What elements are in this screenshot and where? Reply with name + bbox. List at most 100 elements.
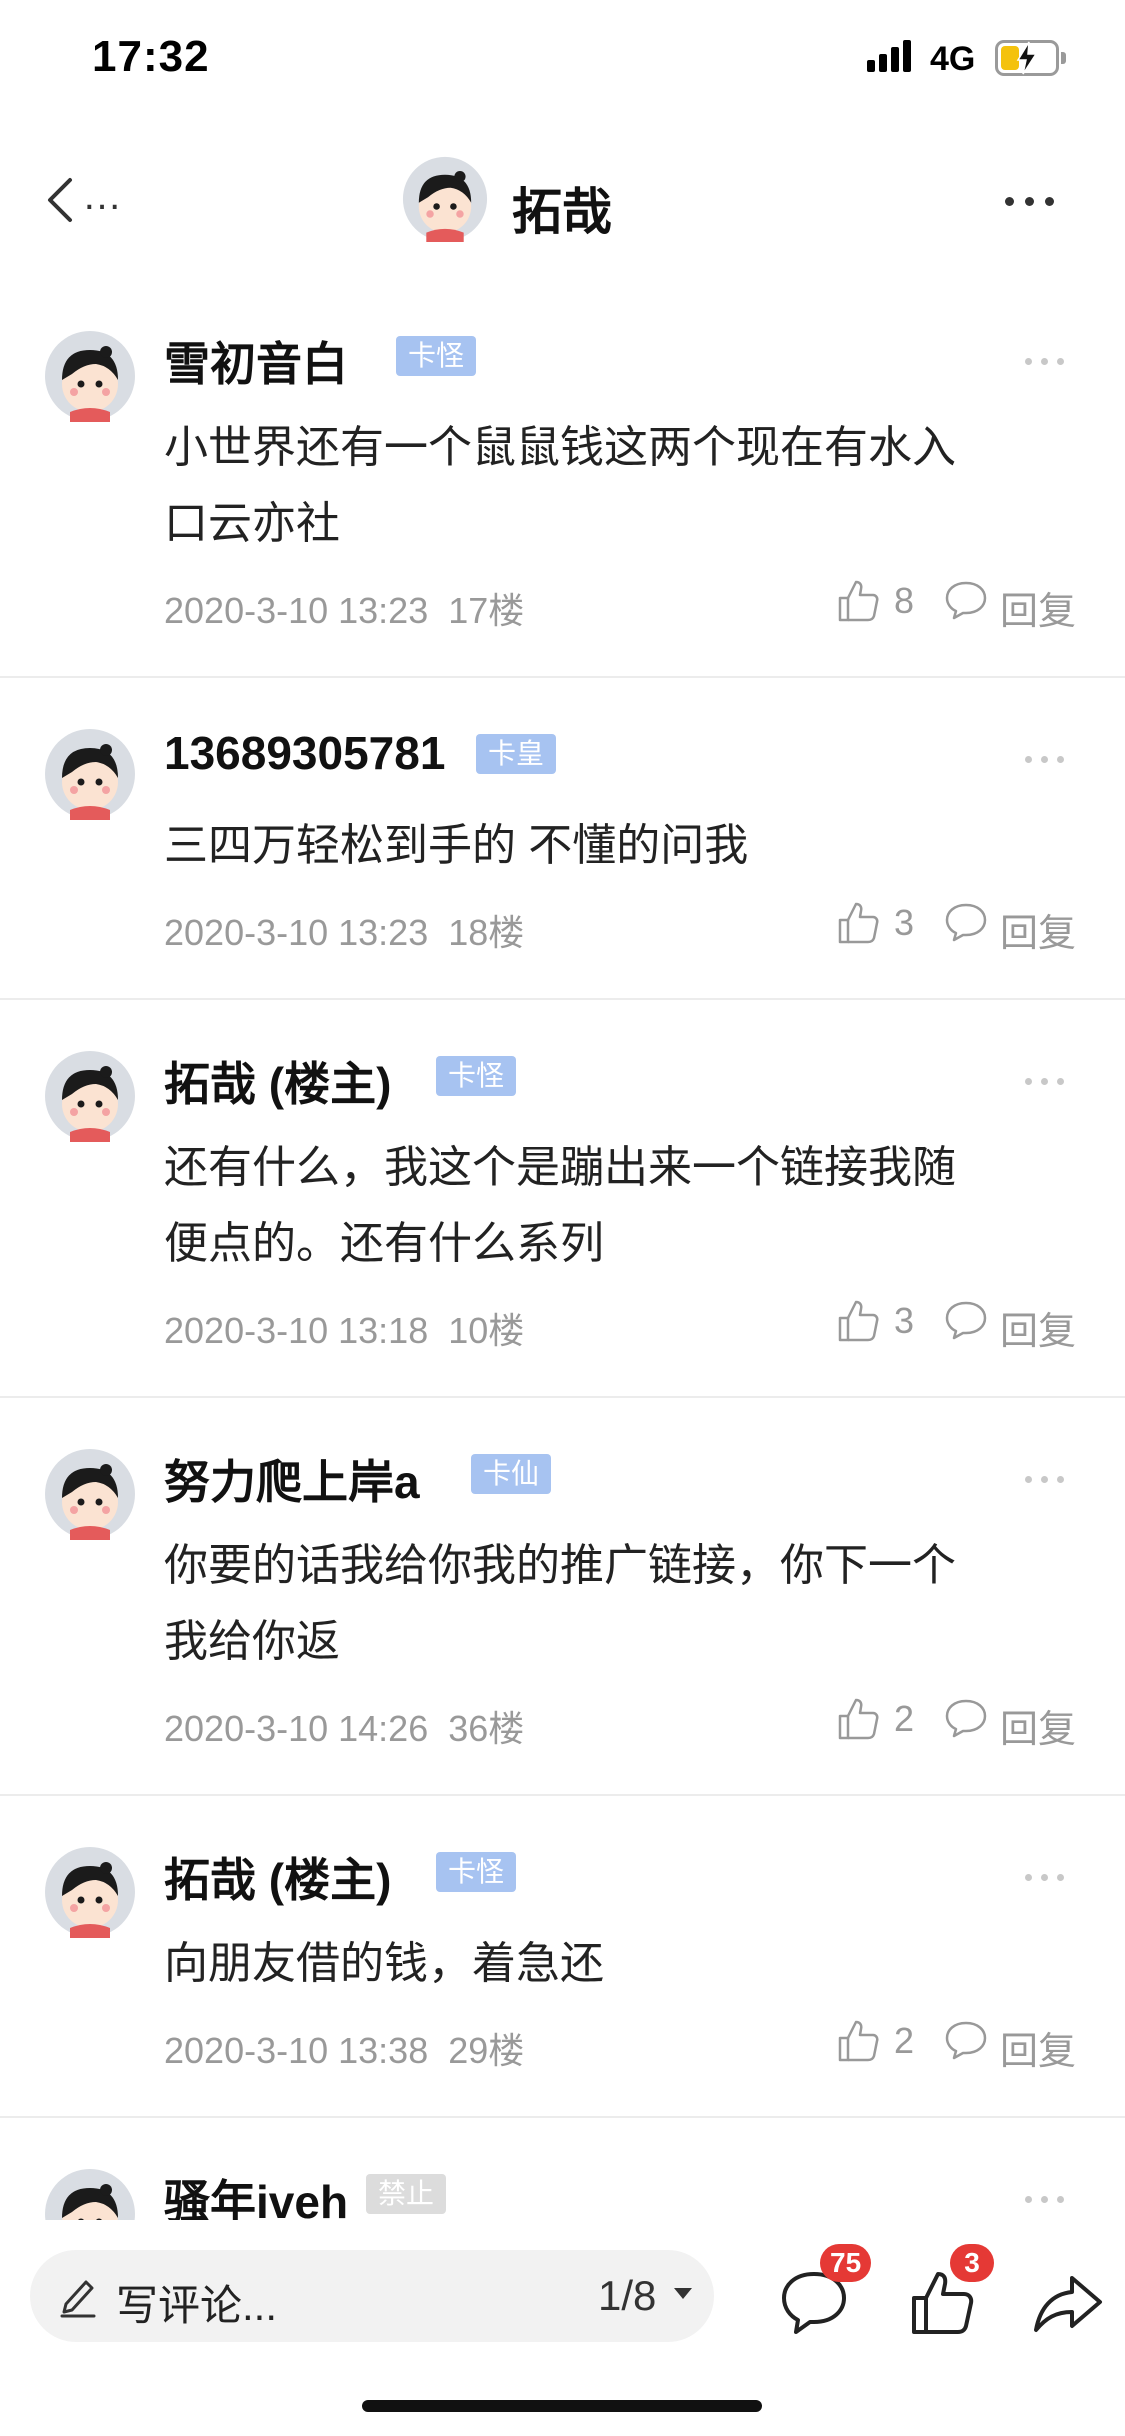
- comment-text: 向朋友借的钱，着急还: [164, 1926, 1064, 2002]
- comment-author[interactable]: 努力爬上岸a: [164, 1446, 420, 1512]
- status-time: 17:32: [92, 32, 210, 81]
- reply-label: 回复: [1000, 1709, 1077, 1751]
- comment-text: 小世界还有一个鼠鼠钱这两个现在有水入 口云亦社: [164, 410, 1064, 562]
- comment-author[interactable]: 骚年iveh: [164, 2166, 348, 2220]
- comment-text-line: 你要的话我给你我的推广链接，你下一个: [164, 1541, 956, 1590]
- comment-author[interactable]: 雪初音白: [164, 328, 348, 394]
- caret-down-icon[interactable]: [674, 2288, 692, 2299]
- like-count: 2: [894, 1698, 915, 1739]
- more-dots-icon[interactable]: [1025, 1868, 1069, 1888]
- comment-input[interactable]: 写评论... 1/8: [30, 2250, 714, 2342]
- comment-list[interactable]: 雪初音白 卡怪 小世界还有一个鼠鼠钱这两个现在有水入 口云亦社 2020-3-10 13…: [0, 280, 1125, 2220]
- comment-date: 2020-3-10 13:38: [164, 2030, 429, 2071]
- user-level-badge: 卡怪: [436, 1056, 517, 1096]
- user-level-badge: 卡仙: [471, 1454, 552, 1494]
- more-dots-icon[interactable]: [1025, 1470, 1069, 1490]
- comment-text-line: 三四万轻松到手的 不懂的问我: [164, 821, 749, 870]
- back-button[interactable]: …: [30, 160, 140, 240]
- comment-meta: 2020-3-10 13:23 18楼: [164, 904, 524, 956]
- like-count: 3: [894, 902, 915, 943]
- comment-item[interactable]: 拓哉 (楼主) 卡怪还有什么，我这个是蹦出来一个链接我随 便点的。还有什么系列 202…: [0, 1000, 1125, 1398]
- reply-button[interactable]: 回复: [944, 898, 1084, 955]
- like-count: 8: [894, 580, 915, 621]
- reply-button[interactable]: 回复: [944, 1296, 1084, 1353]
- comment-text: 你要的话我给你我的推广链接，你下一个 我给你返: [164, 1528, 1064, 1680]
- avatar[interactable]: [402, 156, 488, 242]
- comment-item[interactable]: 努力爬上岸a 卡仙你要的话我给你我的推广链接，你下一个 我给你返 2020-3-10 …: [0, 1398, 1125, 1796]
- comment-date: 2020-3-10 13:18: [164, 1310, 429, 1351]
- share-button[interactable]: [1030, 2264, 1106, 2340]
- comment-floor: 10楼: [448, 1310, 525, 1351]
- user-level-badge: 禁止: [366, 2174, 447, 2214]
- user-level-badge: 卡怪: [396, 336, 477, 376]
- status-bar: 17:32 4G: [0, 0, 1125, 120]
- comment-floor: 36楼: [448, 1708, 525, 1749]
- like-count: 2: [894, 2020, 915, 2061]
- avatar[interactable]: [44, 1050, 136, 1142]
- reply-label: 回复: [1000, 913, 1077, 955]
- user-level-badge: 卡怪: [436, 1852, 517, 1892]
- comment-author[interactable]: 拓哉 (楼主): [164, 1844, 391, 1910]
- page-indicator[interactable]: 1/8: [598, 2272, 656, 2320]
- like-button[interactable]: 3: [836, 898, 956, 948]
- pencil-icon: [60, 2280, 96, 2318]
- comment-author[interactable]: 13689305781: [164, 726, 445, 780]
- nav-bar: … 拓哉: [0, 130, 1125, 270]
- chevron-left-icon: [48, 178, 72, 222]
- avatar[interactable]: [44, 2168, 136, 2220]
- more-dots-icon[interactable]: [1025, 2190, 1069, 2210]
- reply-button[interactable]: 回复: [944, 1694, 1084, 1751]
- comment-text: 还有什么，我这个是蹦出来一个链接我随 便点的。还有什么系列: [164, 1130, 1064, 1282]
- reply-label: 回复: [1000, 1311, 1077, 1353]
- like-button[interactable]: 3: [836, 1296, 956, 1346]
- user-level-badge: 卡皇: [476, 734, 557, 774]
- reply-button[interactable]: 回复: [944, 576, 1084, 633]
- avatar[interactable]: [44, 1448, 136, 1540]
- comment-text-line: 我给你返: [164, 1617, 340, 1666]
- battery-icon: [995, 40, 1067, 76]
- back-ellipsis: …: [82, 174, 124, 218]
- like-count: 3: [894, 1300, 915, 1341]
- like-button[interactable]: 2: [836, 1694, 956, 1744]
- home-indicator: [362, 2400, 762, 2412]
- comment-item[interactable]: 13689305781 卡皇三四万轻松到手的 不懂的问我 2020-3-10 13:…: [0, 678, 1125, 1000]
- comments-button[interactable]: 75: [776, 2244, 872, 2340]
- comment-author[interactable]: 拓哉 (楼主): [164, 1048, 391, 1114]
- likes-count-badge: 3: [950, 2244, 994, 2282]
- network-type: 4G: [930, 40, 976, 78]
- comment-text-line: 向朋友借的钱，着急还: [164, 1939, 604, 1988]
- comment-floor: 17楼: [448, 590, 525, 631]
- likes-button[interactable]: 3: [904, 2244, 994, 2340]
- reply-label: 回复: [1000, 591, 1077, 633]
- comment-item[interactable]: 拓哉 (楼主) 卡怪向朋友借的钱，着急还 2020-3-10 13:38 29楼 2 回复: [0, 1796, 1125, 2118]
- more-options-button[interactable]: [1005, 170, 1065, 230]
- comment-meta: 2020-3-10 14:26 36楼: [164, 1700, 524, 1752]
- comment-meta: 2020-3-10 13:18 10楼: [164, 1302, 524, 1354]
- comment-item[interactable]: 骚年iveh 禁止: [0, 2118, 1125, 2220]
- reply-button[interactable]: 回复: [944, 2016, 1084, 2073]
- avatar[interactable]: [44, 728, 136, 820]
- comment-date: 2020-3-10 13:23: [164, 912, 429, 953]
- like-button[interactable]: 8: [836, 576, 956, 626]
- comment-floor: 29楼: [448, 2030, 525, 2071]
- charging-bolt-icon: [1016, 41, 1038, 75]
- comment-floor: 18楼: [448, 912, 525, 953]
- comment-text-line: 口云亦社: [164, 499, 340, 548]
- avatar[interactable]: [44, 330, 136, 422]
- reply-label: 回复: [1000, 2031, 1077, 2073]
- comment-placeholder: 写评论...: [116, 2282, 278, 2329]
- avatar[interactable]: [44, 1846, 136, 1938]
- comment-text: 三四万轻松到手的 不懂的问我: [164, 808, 1064, 884]
- comment-text-line: 小世界还有一个鼠鼠钱这两个现在有水入: [164, 423, 956, 472]
- comments-count-badge: 75: [820, 2244, 872, 2282]
- more-dots-icon[interactable]: [1025, 750, 1069, 770]
- comment-item[interactable]: 雪初音白 卡怪小世界还有一个鼠鼠钱这两个现在有水入 口云亦社 2020-3-10 13…: [0, 280, 1125, 678]
- like-button[interactable]: 2: [836, 2016, 956, 2066]
- more-dots-icon[interactable]: [1025, 1072, 1069, 1092]
- signal-icon: [867, 40, 915, 72]
- comment-text-line: 便点的。还有什么系列: [164, 1219, 604, 1268]
- comment-date: 2020-3-10 14:26: [164, 1708, 429, 1749]
- more-dots-icon[interactable]: [1025, 352, 1069, 372]
- comment-date: 2020-3-10 13:23: [164, 590, 429, 631]
- page-title: 拓哉: [512, 184, 612, 240]
